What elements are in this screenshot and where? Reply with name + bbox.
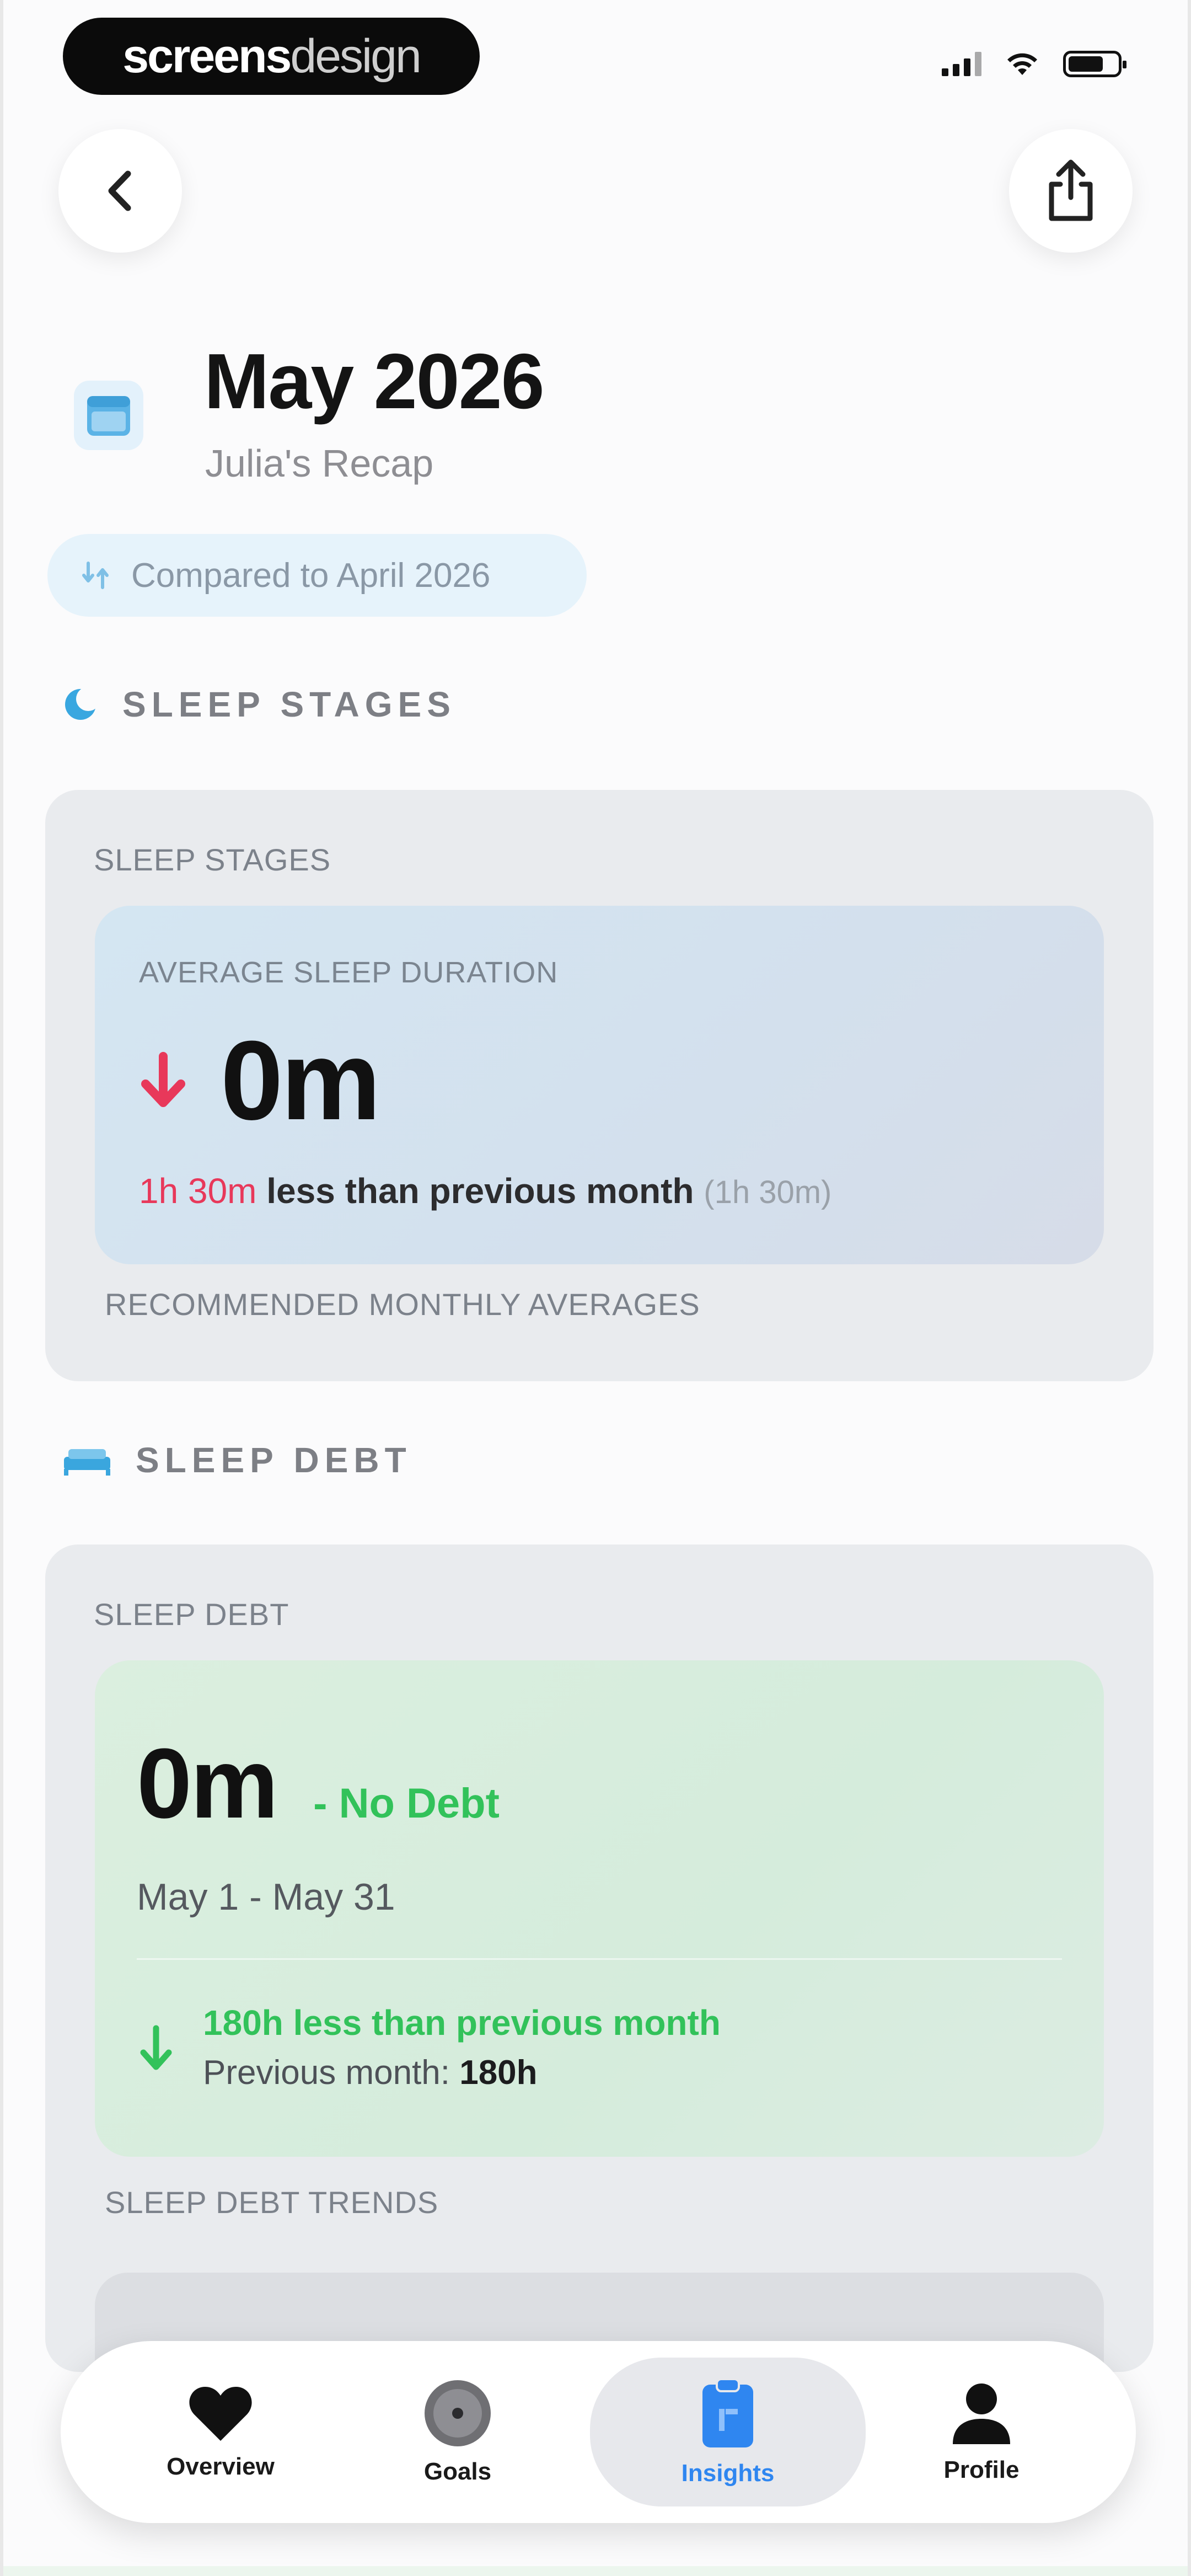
arrow-down-icon [140,2025,172,2070]
section-title: SLEEP STAGES [122,685,456,724]
heart-icon [189,2387,252,2441]
sleep-stages-card: SLEEP STAGES AVERAGE SLEEP DURATION 0m 1… [45,790,1154,1381]
previous-value: (1h 30m) [704,1174,832,1210]
share-icon [1049,159,1093,221]
share-button[interactable] [1009,129,1133,253]
section-header-sleep-debt: SLEEP DEBT [61,1440,412,1481]
average-duration-tile[interactable]: AVERAGE SLEEP DURATION 0m 1h 30m less th… [95,906,1104,1264]
tab-label: Goals [423,2458,492,2485]
metric-value-row: 0m [136,1016,381,1146]
logo-light-text: design [290,29,421,83]
sleep-debt-value: 0m [137,1728,278,1839]
date-range: May 1 - May 31 [137,1876,395,1918]
trends-label: SLEEP DEBT TRENDS [105,2185,439,2220]
comparison-line: 1h 30m less than previous month (1h 30m) [139,1171,831,1211]
home-indicator-strip [3,2566,1188,2576]
wifi-icon [1007,53,1037,75]
status-icons [942,51,1126,77]
tab-goals[interactable]: Goals [342,2341,573,2523]
arrow-down-icon [141,1051,185,1107]
tab-label: Insights [681,2460,775,2487]
bed-icon [64,1449,110,1476]
tab-overview[interactable]: Overview [105,2341,336,2523]
sleep-debt-tile[interactable]: 0m - No Debt May 1 - May 31 180h less th… [95,1660,1104,2157]
back-button[interactable] [58,129,182,253]
logo-bold-text: screens [122,29,292,83]
debt-trend: 180h less than previous month Previous m… [137,2002,721,2092]
card-label: SLEEP DEBT [94,1597,289,1632]
debt-value-row: 0m - No Debt [137,1727,500,1841]
battery-icon [1063,51,1126,77]
tab-bar: Overview Goals Insights Profile [61,2341,1136,2523]
average-duration-value: 0m [221,1018,381,1143]
recommended-label: RECOMMENDED MONTHLY AVERAGES [105,1287,700,1322]
clipboard-icon [702,2378,753,2447]
tab-label: Overview [167,2453,275,2480]
cellular-signal-icon [942,52,981,76]
trend-text: 180h less than previous month [203,2003,721,2043]
moon-icon [65,687,100,720]
previous-month-value: 180h [459,2054,538,2092]
previous-month-line: Previous month: 180h [203,2054,538,2092]
sleep-debt-card: SLEEP DEBT 0m - No Debt May 1 - May 31 1… [45,1544,1154,2493]
change-text: less than previous month [266,1171,694,1211]
watermark-logo: screens design [63,18,480,95]
page-subtitle: Julia's Recap [205,442,434,485]
debt-status: - No Debt [313,1780,500,1827]
tab-profile[interactable]: Profile [866,2341,1097,2523]
comparison-badge[interactable]: Compared to April 2026 [47,534,587,617]
target-icon [425,2380,491,2446]
compare-arrows-icon [82,562,109,589]
calendar-icon [74,381,143,450]
person-icon [953,2383,1010,2444]
section-header-sleep-stages: SLEEP STAGES [61,684,456,725]
comparison-text: Compared to April 2026 [131,556,491,595]
page-title: May 2026 [204,338,545,425]
metric-label: AVERAGE SLEEP DURATION [139,956,559,989]
tab-label: Profile [943,2456,1020,2483]
change-amount: 1h 30m [139,1171,257,1211]
app-screen: screens design May 2026 Julia's Recap Co… [0,0,1191,2576]
section-title: SLEEP DEBT [136,1440,412,1480]
divider [137,1958,1062,1960]
tab-insights[interactable]: Insights [590,2358,866,2506]
chevron-left-icon [108,170,131,211]
card-label: SLEEP STAGES [94,842,331,877]
